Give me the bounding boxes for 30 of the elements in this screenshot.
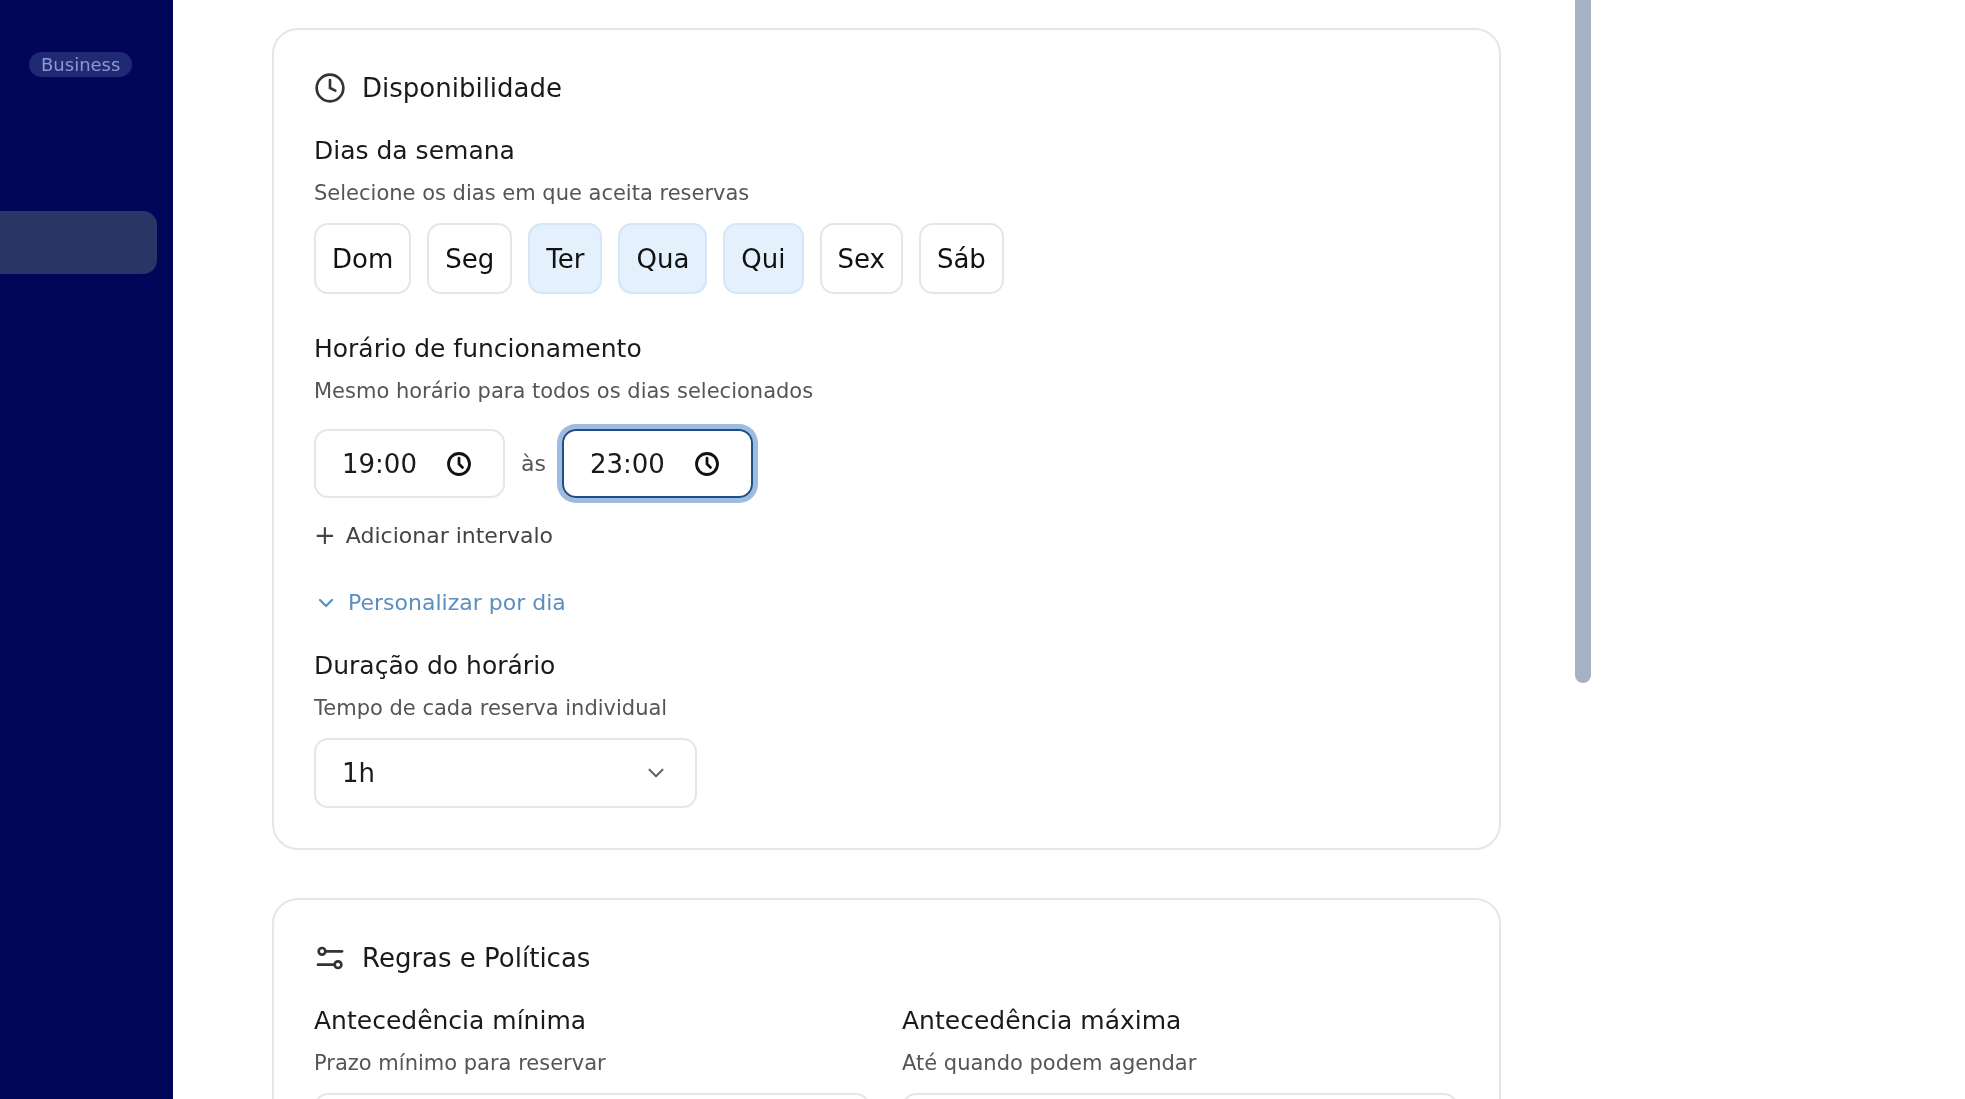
clock-icon	[444, 449, 473, 478]
field-hint: Até quando podem agendar	[902, 1051, 1198, 1075]
clock-icon	[692, 449, 721, 478]
add-interval-link[interactable]: Adicionar intervalo	[345, 522, 553, 548]
duration-select[interactable]: 1h	[314, 738, 697, 808]
field-hint: Selecione os dias em que aceita reservas	[314, 181, 751, 205]
scrollbar[interactable]	[1575, 0, 1591, 683]
card-title: Regras e Políticas	[362, 943, 591, 973]
field-label: Dias da semana	[314, 136, 516, 165]
day-toggle[interactable]: Dom	[314, 223, 412, 294]
day-toggle[interactable]: Ter	[528, 223, 603, 294]
day-toggle[interactable]: Qua	[618, 223, 708, 294]
field-label: Antecedência mínima	[314, 1006, 588, 1035]
sidebar-item[interactable]	[0, 211, 157, 274]
day-toggle[interactable]: Qui	[723, 223, 804, 294]
day-toggle[interactable]: Sex	[819, 223, 903, 294]
card-title: Disponibilidade	[362, 73, 562, 103]
field-hint: Prazo mínimo para reservar	[314, 1051, 607, 1075]
day-toggle[interactable]: Sáb	[918, 223, 1004, 294]
field-label: Duração do horário	[314, 651, 557, 680]
plus-icon: +	[314, 520, 336, 550]
clock-icon	[314, 72, 346, 104]
field-label: Antecedência máxima	[902, 1006, 1183, 1035]
field-hint: Tempo de cada reserva individual	[314, 696, 669, 720]
time-field[interactable]: 19:00	[314, 429, 505, 498]
separator-text: às	[520, 451, 546, 476]
day-toggle[interactable]: Seg	[427, 223, 513, 294]
field-hint: Mesmo horário para todos os dias selecionados	[314, 379, 815, 403]
plan-badge: Business	[29, 52, 133, 77]
field-label: Horário de funcionamento	[314, 334, 643, 363]
